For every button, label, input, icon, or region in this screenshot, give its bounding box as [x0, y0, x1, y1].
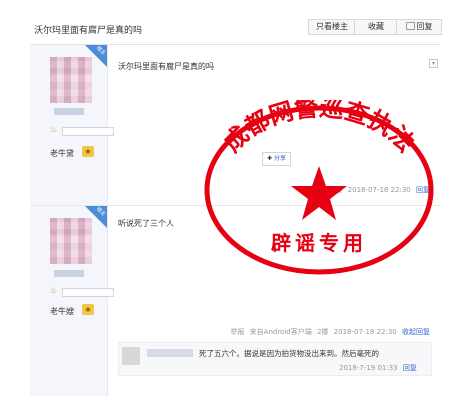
reply-button-label: 回复: [416, 22, 433, 31]
sub-reply-meta: 2018-7-19 01:33 回复: [339, 363, 417, 373]
sub-reply: 死了五六个。据说是因为拍货物没出来到。然后毫死的 2018-7-19 01:33…: [118, 342, 432, 376]
report-link[interactable]: 举报: [230, 328, 244, 336]
username[interactable]: 老牛嫂: [50, 306, 74, 317]
favorite-button[interactable]: 收藏: [354, 19, 398, 35]
post-floor-2: 楼主 ♨ 老牛嫂 ★ 听说死了三个人 举报 来自Android客户端 2楼 20…: [30, 205, 440, 396]
blurred-username: [54, 270, 84, 277]
post-source: 来自Android客户端: [249, 328, 312, 336]
only-op-button[interactable]: 只看楼主: [308, 19, 356, 35]
share-button[interactable]: ✚ 分享: [262, 152, 292, 166]
level-bar: [62, 127, 114, 136]
post-time: 2018-07-18 22:30: [347, 186, 411, 194]
avatar[interactable]: [50, 57, 92, 103]
reply-icon: [405, 22, 415, 30]
post-meta: 1楼 2018-07-18 22:30 回复: [328, 185, 430, 195]
post-time: 2018-07-18 22:30: [333, 328, 397, 336]
post-content: 沃尔玛里面有腐尸是真的吗: [118, 62, 214, 71]
sub-reply-text: 死了五六个。据说是因为拍货物没出来到。然后毫死的: [199, 349, 379, 358]
post-content: 听说死了三个人: [118, 219, 174, 228]
level-icon: ♨: [50, 125, 58, 134]
sub-reply-link[interactable]: 回复: [403, 364, 417, 372]
sub-reply-avatar[interactable]: [122, 347, 140, 365]
post-floor: 2楼: [316, 328, 329, 336]
avatar[interactable]: [50, 218, 92, 264]
author-sidebar: 楼主 ♨ 老牛黛 ★: [30, 45, 114, 205]
sub-reply-time: 2018-7-19 01:33: [339, 364, 398, 372]
collapse-replies-link[interactable]: 收起回复: [402, 328, 430, 336]
member-badge-icon: ★: [82, 146, 94, 157]
share-label: 分享: [274, 155, 287, 162]
level-icon: ♨: [50, 286, 58, 295]
sub-reply-blurred-username: [147, 349, 193, 357]
level-bar: [62, 288, 114, 297]
post-meta: 举报 来自Android客户端 2楼 2018-07-18 22:30 收起回复: [227, 327, 430, 337]
post-floor: 1楼: [330, 186, 343, 194]
reply-button[interactable]: 回复: [396, 19, 442, 35]
post-reply-link[interactable]: 回复: [416, 186, 430, 194]
blurred-username: [54, 108, 84, 115]
member-badge-icon: ★: [82, 304, 94, 315]
thread-header: 沃尔玛里面有腐尸是真的吗 只看楼主 收藏 回复: [30, 14, 442, 45]
username[interactable]: 老牛黛: [50, 148, 74, 159]
share-plus-icon: ✚: [267, 155, 273, 162]
post-floor-1: 楼主 ♨ 老牛黛 ★ 沃尔玛里面有腐尸是真的吗 ▾ 1楼 2018-07-18 …: [30, 45, 440, 205]
thread-title: 沃尔玛里面有腐尸是真的吗: [34, 26, 143, 36]
collapse-icon[interactable]: ▾: [429, 59, 438, 68]
forum-thread-page: 沃尔玛里面有腐尸是真的吗 只看楼主 收藏 回复 楼主 ♨ 老牛黛 ★ 沃尔玛里面…: [0, 0, 462, 396]
author-sidebar: 楼主 ♨ 老牛嫂 ★: [30, 206, 114, 396]
